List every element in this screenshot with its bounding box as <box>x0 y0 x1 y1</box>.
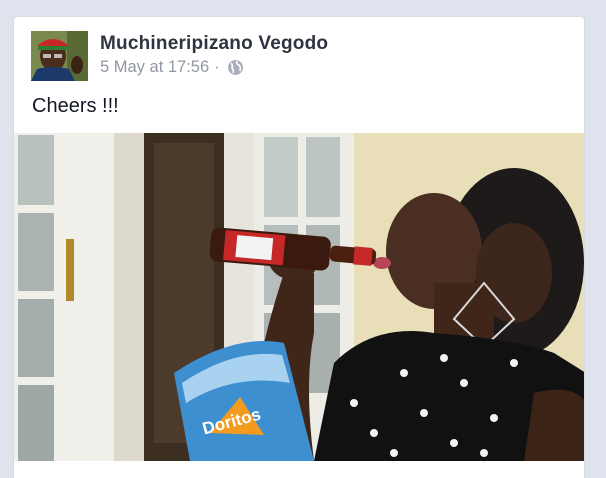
post-header: Muchineripizano Vegodo 5 May at 17:56 · <box>14 17 584 89</box>
post-timestamp[interactable]: 5 May at 17:56 <box>100 58 209 77</box>
avatar-image <box>31 31 88 81</box>
post-photo[interactable]: Doritos <box>14 133 584 461</box>
post-meta: 5 May at 17:56 · <box>100 58 244 77</box>
post-card: Muchineripizano Vegodo 5 May at 17:56 · … <box>13 16 585 478</box>
post-footer <box>14 461 584 478</box>
meta-separator: · <box>214 58 220 76</box>
post-text: Cheers !!! <box>32 95 119 117</box>
globe-icon[interactable] <box>227 59 244 76</box>
author-name[interactable]: Muchineripizano Vegodo <box>100 33 328 55</box>
avatar[interactable] <box>31 31 88 81</box>
